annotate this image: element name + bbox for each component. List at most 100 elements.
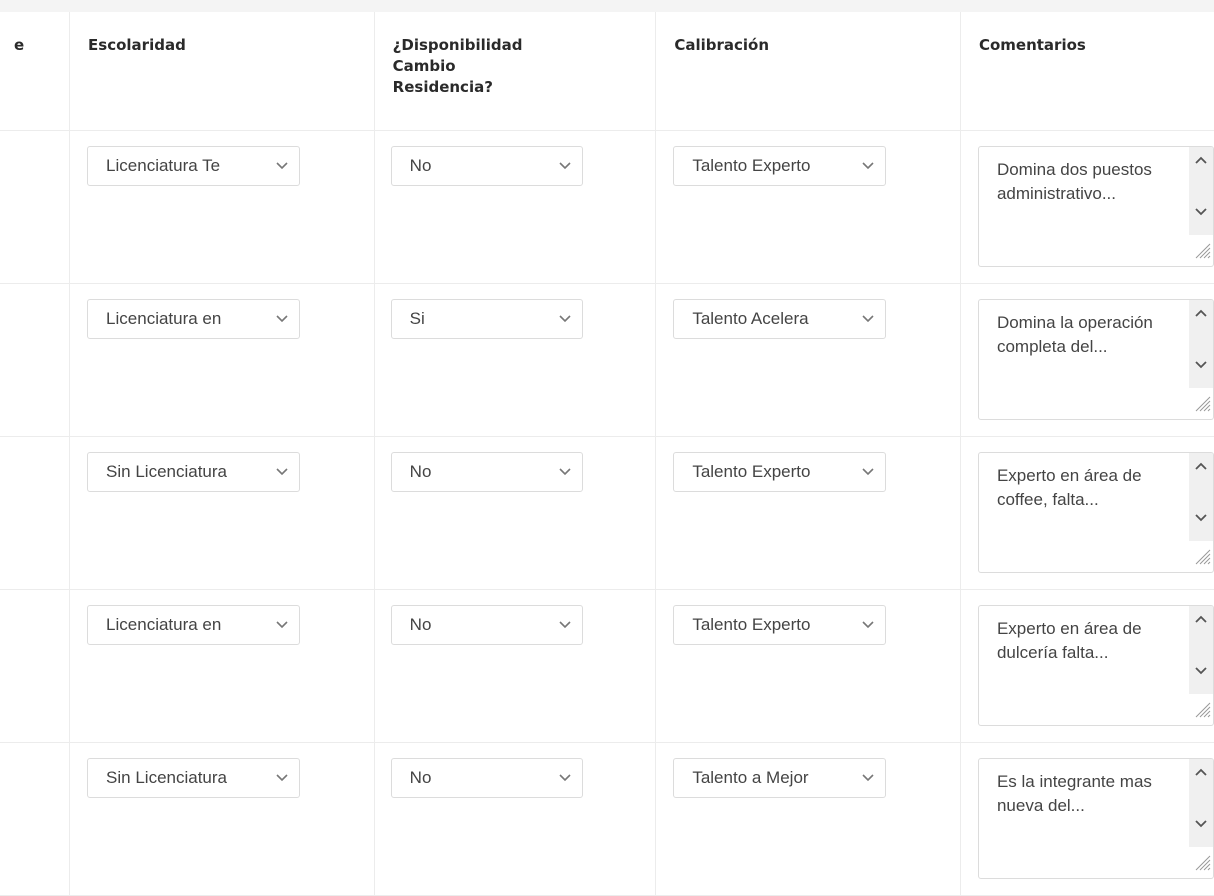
column-header-escolaridad: Escolaridad [69, 12, 375, 131]
calibracion-cell: Talento a Mejor [655, 742, 961, 896]
select-value: No [409, 615, 432, 634]
select-value: Sin Licenciatura [106, 768, 228, 787]
chevron-down-icon [275, 453, 289, 491]
column-header-partial: e [0, 12, 71, 131]
comentarios-textarea[interactable]: Es la integrante mas nueva del... [977, 758, 1214, 879]
resize-grip-icon[interactable] [1193, 853, 1211, 876]
comentarios-text: Experto en área de coffee, falta... [996, 466, 1142, 509]
chevron-down-icon [861, 147, 875, 185]
resize-grip-icon[interactable] [1193, 241, 1211, 264]
comentarios-text: Domina la operación completa del... [996, 313, 1153, 356]
caret-down-icon[interactable] [1194, 510, 1208, 528]
chevron-down-icon [861, 300, 875, 338]
comentarios-text: Domina dos puestos administrativo... [996, 160, 1152, 203]
chevron-down-icon [275, 300, 289, 338]
caret-up-icon[interactable] [1194, 305, 1208, 323]
comentarios-cell: Experto en área de dulcería falta... [960, 589, 1214, 743]
disponibilidad-cell: No [374, 742, 657, 896]
table-row: Licenciatura en Si Talento Acelera Domin… [0, 283, 1214, 437]
comentarios-textarea[interactable]: Experto en área de coffee, falta... [977, 452, 1214, 573]
resize-grip-icon[interactable] [1193, 700, 1211, 723]
escolaridad-cell: Licenciatura en [69, 283, 375, 437]
chevron-down-icon [275, 606, 289, 644]
comentarios-textarea[interactable]: Domina dos puestos administrativo... [977, 146, 1214, 267]
calibracion-cell: Talento Experto [655, 436, 961, 590]
escolaridad-cell: Sin Licenciatura [69, 436, 375, 590]
column-header-calibracion: Calibración [655, 12, 961, 131]
top-divider [0, 0, 1214, 12]
caret-down-icon[interactable] [1194, 204, 1208, 222]
disponibilidad-cell: No [374, 589, 657, 743]
chevron-down-icon [558, 606, 572, 644]
disponibilidad-cell: Si [374, 283, 657, 437]
header-line: ¿Disponibilidad [392, 36, 523, 54]
resize-grip-icon[interactable] [1193, 547, 1211, 570]
comentarios-cell: Domina dos puestos administrativo... [960, 130, 1214, 284]
calibracion-select[interactable]: Talento Experto [673, 605, 887, 645]
table-row: Licenciatura en No Talento Experto Exper… [0, 589, 1214, 743]
comentarios-textarea[interactable]: Experto en área de dulcería falta... [977, 605, 1214, 726]
caret-up-icon[interactable] [1194, 764, 1208, 782]
comentarios-textarea[interactable]: Domina la operación completa del... [977, 299, 1214, 420]
disponibilidad-select[interactable]: Si [390, 299, 583, 339]
select-value: No [409, 462, 432, 481]
resize-grip-icon[interactable] [1193, 394, 1211, 417]
select-value: No [409, 768, 432, 787]
partial-cell [0, 589, 71, 743]
chevron-down-icon [861, 606, 875, 644]
select-value: Talento Acelera [692, 309, 809, 328]
textarea-scrollbar[interactable] [1188, 759, 1213, 847]
caret-up-icon[interactable] [1194, 152, 1208, 170]
select-value: Talento a Mejor [692, 768, 809, 787]
disponibilidad-select[interactable]: No [390, 758, 583, 798]
partial-cell [0, 130, 71, 284]
select-value: Talento Experto [692, 156, 811, 175]
partial-cell [0, 742, 71, 896]
select-value: Sin Licenciatura [106, 462, 228, 481]
chevron-down-icon [275, 147, 289, 185]
candidates-table: e Escolaridad ¿Disponibilidad Cambio Res… [0, 12, 1214, 896]
caret-down-icon[interactable] [1194, 816, 1208, 834]
header-line: Residencia? [392, 78, 493, 96]
escolaridad-select[interactable]: Licenciatura en [87, 605, 301, 645]
comentarios-cell: Domina la operación completa del... [960, 283, 1214, 437]
escolaridad-select[interactable]: Sin Licenciatura [87, 758, 301, 798]
partial-cell [0, 283, 71, 437]
calibracion-select[interactable]: Talento Experto [673, 146, 887, 186]
escolaridad-select[interactable]: Sin Licenciatura [87, 452, 301, 492]
select-value: Talento Experto [692, 462, 811, 481]
caret-up-icon[interactable] [1194, 458, 1208, 476]
select-value: Licenciatura en [106, 615, 222, 634]
header-line: Cambio [392, 57, 456, 75]
calibracion-select[interactable]: Talento a Mejor [673, 758, 887, 798]
select-value: Talento Experto [692, 615, 811, 634]
escolaridad-cell: Licenciatura en [69, 589, 375, 743]
textarea-scrollbar[interactable] [1188, 147, 1213, 235]
caret-down-icon[interactable] [1194, 357, 1208, 375]
textarea-scrollbar[interactable] [1188, 300, 1213, 388]
escolaridad-cell: Sin Licenciatura [69, 742, 375, 896]
chevron-down-icon [861, 759, 875, 797]
escolaridad-select[interactable]: Licenciatura en [87, 299, 301, 339]
escolaridad-cell: Licenciatura Te [69, 130, 375, 284]
column-header-disponibilidad: ¿Disponibilidad Cambio Residencia? [374, 12, 657, 131]
caret-down-icon[interactable] [1194, 663, 1208, 681]
select-value: Si [409, 309, 425, 328]
textarea-scrollbar[interactable] [1188, 606, 1213, 694]
textarea-scrollbar[interactable] [1188, 453, 1213, 541]
disponibilidad-select[interactable]: No [390, 146, 583, 186]
calibracion-cell: Talento Experto [655, 130, 961, 284]
comentarios-cell: Es la integrante mas nueva del... [960, 742, 1214, 896]
calibracion-cell: Talento Experto [655, 589, 961, 743]
caret-up-icon[interactable] [1194, 611, 1208, 629]
comentarios-text: Es la integrante mas nueva del... [996, 772, 1152, 815]
chevron-down-icon [558, 300, 572, 338]
disponibilidad-cell: No [374, 436, 657, 590]
calibracion-select[interactable]: Talento Experto [673, 452, 887, 492]
disponibilidad-select[interactable]: No [390, 452, 583, 492]
calibracion-select[interactable]: Talento Acelera [673, 299, 887, 339]
table-row: Sin Licenciatura No Talento a Mejor Es l… [0, 742, 1214, 896]
chevron-down-icon [558, 759, 572, 797]
disponibilidad-select[interactable]: No [390, 605, 583, 645]
escolaridad-select[interactable]: Licenciatura Te [87, 146, 301, 186]
